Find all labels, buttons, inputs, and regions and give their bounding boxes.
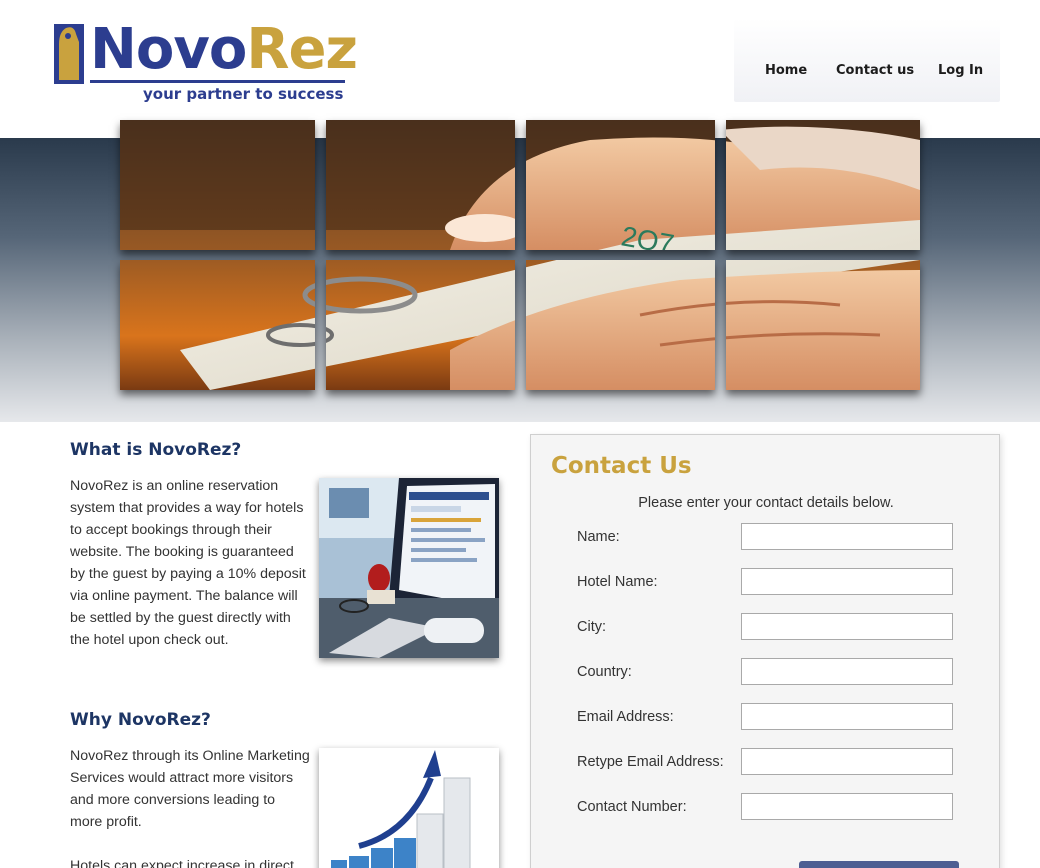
nav-contact-us-link[interactable]: Contact us: [836, 63, 914, 78]
growth-chart-illustration: [319, 748, 499, 868]
keycard-photo-slice: [526, 120, 715, 250]
name-label: Name:: [577, 529, 620, 545]
nav-log-in-link[interactable]: Log In: [938, 63, 983, 78]
keycard-photo-slice: [326, 260, 515, 390]
contact-number-label: Contact Number:: [577, 799, 687, 815]
logo-rez: Rez: [246, 17, 358, 82]
logo-novo: Novo: [90, 17, 247, 82]
hotel-name-label: Hotel Name:: [577, 574, 658, 590]
hotel-name-input[interactable]: [741, 568, 953, 595]
banner-tile: [120, 260, 315, 390]
keycard-photo-slice: [120, 120, 315, 250]
logo-wordmark: NovoRez: [90, 17, 358, 82]
door-hanger-icon: [54, 24, 84, 84]
what-is-heading: What is NovoRez?: [70, 440, 242, 460]
novorez-logo[interactable]: NovoRez your partner to success: [54, 18, 358, 108]
banner-tile: [326, 120, 515, 250]
contact-form-panel: Contact Us Please enter your contact det…: [530, 434, 1000, 868]
keycard-photo-slice: [526, 260, 715, 390]
reservation-computer-image: [319, 478, 499, 658]
keycard-photo-slice: [120, 260, 315, 390]
submit-button[interactable]: [799, 861, 959, 868]
country-input[interactable]: [741, 658, 953, 685]
country-label: Country:: [577, 664, 632, 680]
city-label: City:: [577, 619, 606, 635]
computer-screen-illustration: [319, 478, 499, 658]
banner-tile: [526, 120, 715, 250]
banner-tile: [326, 260, 515, 390]
why-text-2: Hotels can expect increase in direct: [70, 858, 294, 868]
keycard-photo-slice: [726, 120, 920, 250]
top-nav: Home Contact us Log In: [734, 18, 1000, 102]
email-label: Email Address:: [577, 709, 674, 725]
keycard-photo-slice: [326, 120, 515, 250]
contact-title: Contact Us: [551, 453, 692, 479]
contact-intro: Please enter your contact details below.: [638, 495, 894, 511]
name-input[interactable]: [741, 523, 953, 550]
email-input[interactable]: [741, 703, 953, 730]
retype-email-label: Retype Email Address:: [577, 754, 724, 770]
city-input[interactable]: [741, 613, 953, 640]
keycard-photo-slice: [726, 260, 920, 390]
banner-tile: [526, 260, 715, 390]
retype-email-input[interactable]: [741, 748, 953, 775]
logo-underline: [90, 80, 345, 83]
why-text: NovoRez through its Online Marketing Ser…: [70, 748, 310, 830]
nav-home-link[interactable]: Home: [765, 63, 807, 78]
growth-chart-image: [319, 748, 499, 868]
contact-number-input[interactable]: [741, 793, 953, 820]
banner-tile: [726, 260, 920, 390]
banner-tile: [726, 120, 920, 250]
what-is-text: NovoRez is an online reservation system …: [70, 478, 306, 648]
logo-tagline: your partner to success: [143, 85, 344, 103]
banner-tile: [120, 120, 315, 250]
why-heading: Why NovoRez?: [70, 710, 211, 730]
banner-image-mosaic: [120, 120, 920, 390]
